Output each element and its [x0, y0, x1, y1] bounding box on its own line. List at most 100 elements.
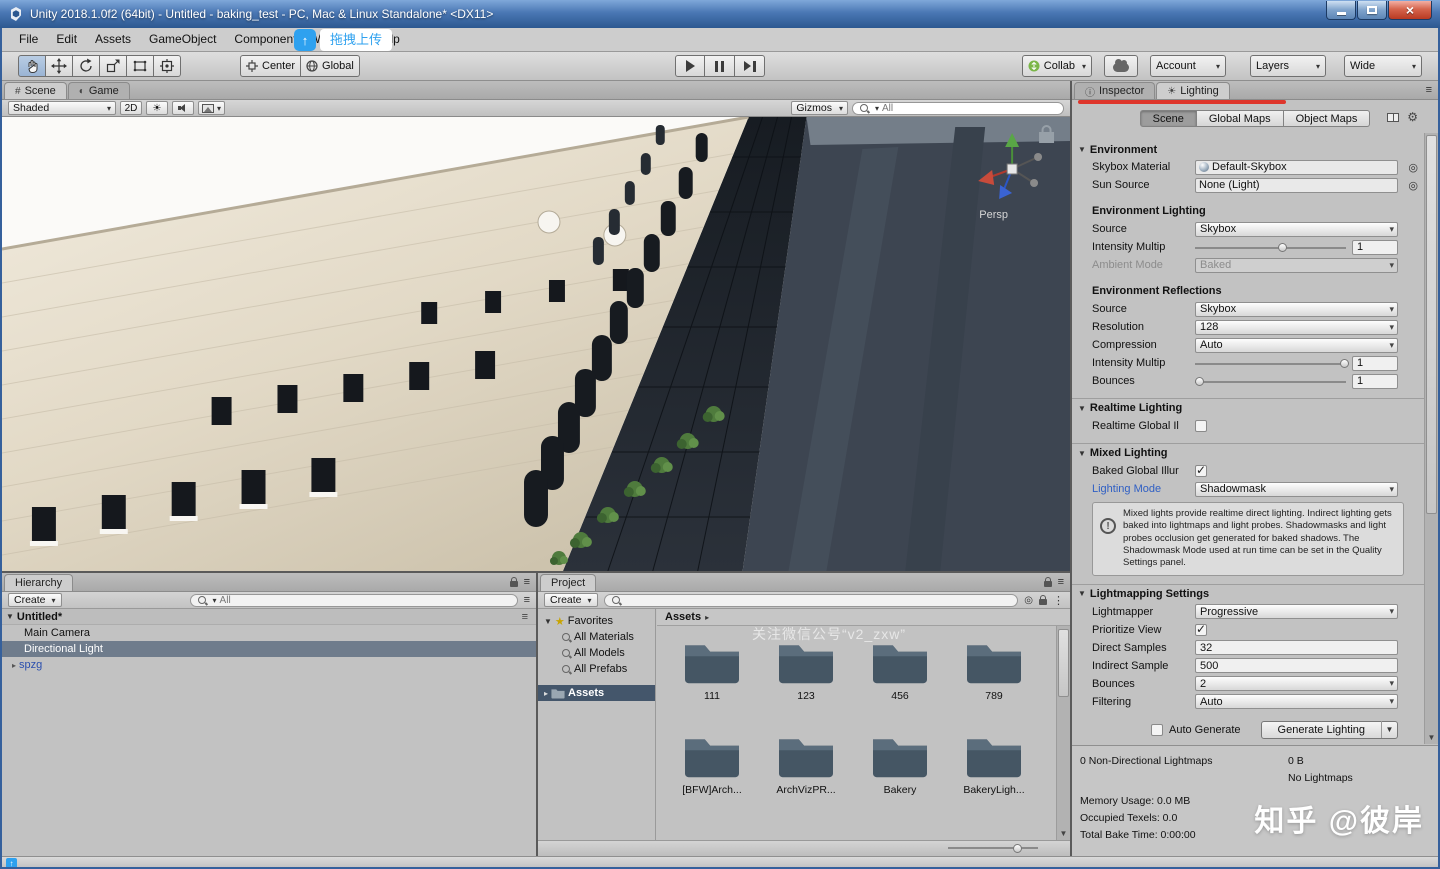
- prioritize-view-checkbox[interactable]: [1195, 622, 1207, 636]
- refl-intensity-value-field[interactable]: 1: [1352, 355, 1398, 371]
- rect-tool-button[interactable]: [127, 55, 154, 77]
- object-picker-icon[interactable]: ◎: [1408, 161, 1418, 174]
- tab-hierarchy[interactable]: Hierarchy: [4, 574, 74, 591]
- project-scrollbar[interactable]: ▼: [1056, 626, 1070, 840]
- play-button[interactable]: [675, 55, 705, 77]
- lightmapper-dropdown[interactable]: Progressive: [1195, 604, 1398, 620]
- breadcrumb-assets[interactable]: Assets: [665, 611, 701, 623]
- menu-assets[interactable]: Assets: [86, 28, 140, 51]
- zoom-slider-handle[interactable]: [1013, 844, 1022, 853]
- expand-icon[interactable]: ▸: [12, 661, 16, 670]
- divider-horizontal[interactable]: [0, 571, 1070, 573]
- foldout-icon[interactable]: ▼: [544, 617, 552, 626]
- hierarchy-item-spzg[interactable]: ▸ spzg: [2, 657, 536, 673]
- tab-inspector[interactable]: ⓘ Inspector: [1074, 82, 1156, 99]
- gizmo-persp-label[interactable]: Persp: [979, 209, 1008, 221]
- foldout-icon[interactable]: ▼: [6, 612, 14, 621]
- compression-dropdown[interactable]: Auto: [1195, 337, 1398, 353]
- bounces-slider[interactable]: [1195, 374, 1346, 389]
- assets-root-folder[interactable]: ▸ Assets: [538, 685, 655, 701]
- gear-icon[interactable]: ⚙: [1407, 110, 1418, 124]
- lighting-tab-scene[interactable]: Scene: [1139, 110, 1197, 127]
- hierarchy-scene-row[interactable]: ▼ Untitled* ≡: [2, 609, 536, 625]
- favorite-all-models[interactable]: All Models: [538, 645, 655, 661]
- folder-111[interactable]: 111: [665, 640, 759, 702]
- inspector-scrollbar[interactable]: ▼: [1424, 133, 1438, 744]
- layers-dropdown[interactable]: Layers ▾: [1250, 55, 1326, 77]
- folder-bakery[interactable]: Bakery: [853, 734, 947, 796]
- hierarchy-create-button[interactable]: Create ▾: [8, 593, 62, 607]
- move-tool-button[interactable]: [46, 55, 73, 77]
- refl-source-dropdown[interactable]: Skybox: [1195, 301, 1398, 317]
- lightmapping-settings-section-header[interactable]: ▼ Lightmapping Settings: [1072, 583, 1424, 603]
- favorites-header[interactable]: ▼ ★ Favorites: [538, 613, 655, 629]
- slider-handle[interactable]: [1278, 242, 1288, 252]
- hierarchy-sort-icon[interactable]: ≡: [524, 594, 530, 606]
- scale-tool-button[interactable]: [100, 55, 127, 77]
- hierarchy-item-main-camera[interactable]: Main Camera: [2, 625, 536, 641]
- hierarchy-item-directional-light[interactable]: Directional Light: [2, 641, 536, 657]
- maximize-button[interactable]: [1357, 0, 1387, 20]
- sun-source-field[interactable]: None (Light): [1195, 177, 1398, 193]
- hand-tool-button[interactable]: [18, 55, 46, 77]
- panel-menu-icon[interactable]: ≡: [1058, 576, 1064, 588]
- refl-intensity-slider[interactable]: [1195, 356, 1349, 371]
- account-dropdown[interactable]: Account ▾: [1150, 55, 1226, 77]
- direct-samples-field[interactable]: 32: [1195, 640, 1398, 656]
- generate-lighting-button[interactable]: Generate Lighting ▼: [1260, 720, 1398, 739]
- favorite-all-materials[interactable]: All Materials: [538, 629, 655, 645]
- auto-generate-checkbox[interactable]: [1150, 723, 1163, 736]
- scene-effects-dropdown[interactable]: ▾: [198, 101, 226, 115]
- 2d-toggle-button[interactable]: 2D: [120, 101, 142, 115]
- close-button[interactable]: ×: [1388, 0, 1432, 20]
- layout-dropdown[interactable]: Wide ▾: [1344, 55, 1422, 77]
- resolution-dropdown[interactable]: 128: [1195, 319, 1398, 335]
- tab-scene[interactable]: # Scene: [4, 82, 67, 99]
- gizmos-dropdown[interactable]: Gizmos ▾: [791, 101, 848, 115]
- lock-icon[interactable]: [1043, 576, 1052, 587]
- baked-gi-checkbox[interactable]: [1195, 463, 1207, 477]
- pause-button[interactable]: [705, 55, 735, 77]
- scene-search-field[interactable]: ▾ All: [852, 101, 1064, 115]
- lighting-tab-global-maps[interactable]: Global Maps: [1196, 110, 1284, 127]
- slider-handle[interactable]: [1339, 358, 1349, 368]
- tab-lighting[interactable]: ☀ Lighting: [1156, 82, 1230, 99]
- folder-archvizpr[interactable]: ArchVizPR...: [759, 734, 853, 796]
- lock-icon[interactable]: [1039, 594, 1047, 605]
- lock-icon[interactable]: [509, 576, 518, 587]
- lighting-mode-dropdown[interactable]: Shadowmask: [1195, 481, 1398, 497]
- lighting-tab-object-maps[interactable]: Object Maps: [1283, 110, 1371, 127]
- folder-123[interactable]: 123: [759, 640, 853, 702]
- scroll-down-icon[interactable]: ▼: [1425, 731, 1438, 744]
- favorite-all-prefabs[interactable]: All Prefabs: [538, 661, 655, 677]
- menu-file[interactable]: File: [10, 28, 47, 51]
- divider-hierarchy-project[interactable]: [536, 573, 538, 856]
- space-toggle-button[interactable]: Global: [301, 55, 360, 77]
- foldout-icon[interactable]: ▼: [1078, 404, 1086, 413]
- source-dropdown[interactable]: Skybox: [1195, 221, 1398, 237]
- transform-tool-button[interactable]: [154, 55, 181, 77]
- bounces-value-field[interactable]: 1: [1352, 373, 1398, 389]
- lm-bounces-dropdown[interactable]: 2: [1195, 676, 1398, 692]
- intensity-value-field[interactable]: 1: [1352, 239, 1398, 255]
- foldout-icon[interactable]: ▼: [1078, 449, 1086, 458]
- menu-edit[interactable]: Edit: [47, 28, 86, 51]
- search-by-type-icon[interactable]: ◎: [1024, 595, 1033, 606]
- minimize-button[interactable]: [1326, 0, 1356, 20]
- realtime-lighting-section-header[interactable]: ▼ Realtime Lighting: [1072, 398, 1424, 417]
- folder-bfw-arch[interactable]: [BFW]Arch...: [665, 734, 759, 796]
- object-picker-icon[interactable]: ◎: [1408, 179, 1418, 192]
- tab-game[interactable]: ◐ Game: [67, 82, 130, 99]
- project-search-field[interactable]: [603, 593, 1019, 607]
- divider-inspector[interactable]: [1070, 81, 1072, 856]
- folder-456[interactable]: 456: [853, 640, 947, 702]
- scroll-down-icon[interactable]: ▼: [1057, 827, 1070, 840]
- rotate-tool-button[interactable]: [73, 55, 100, 77]
- foldout-icon[interactable]: ▼: [1078, 145, 1086, 154]
- scene-lighting-toggle[interactable]: ☀: [146, 101, 168, 115]
- scene-context-menu-icon[interactable]: ≡: [522, 611, 528, 623]
- folder-bakeryligh[interactable]: BakeryLigh...: [947, 734, 1041, 796]
- mixed-lighting-section-header[interactable]: ▼ Mixed Lighting: [1072, 443, 1424, 462]
- indirect-samples-field[interactable]: 500: [1195, 658, 1398, 674]
- project-menu-icon[interactable]: ⋮: [1053, 594, 1064, 607]
